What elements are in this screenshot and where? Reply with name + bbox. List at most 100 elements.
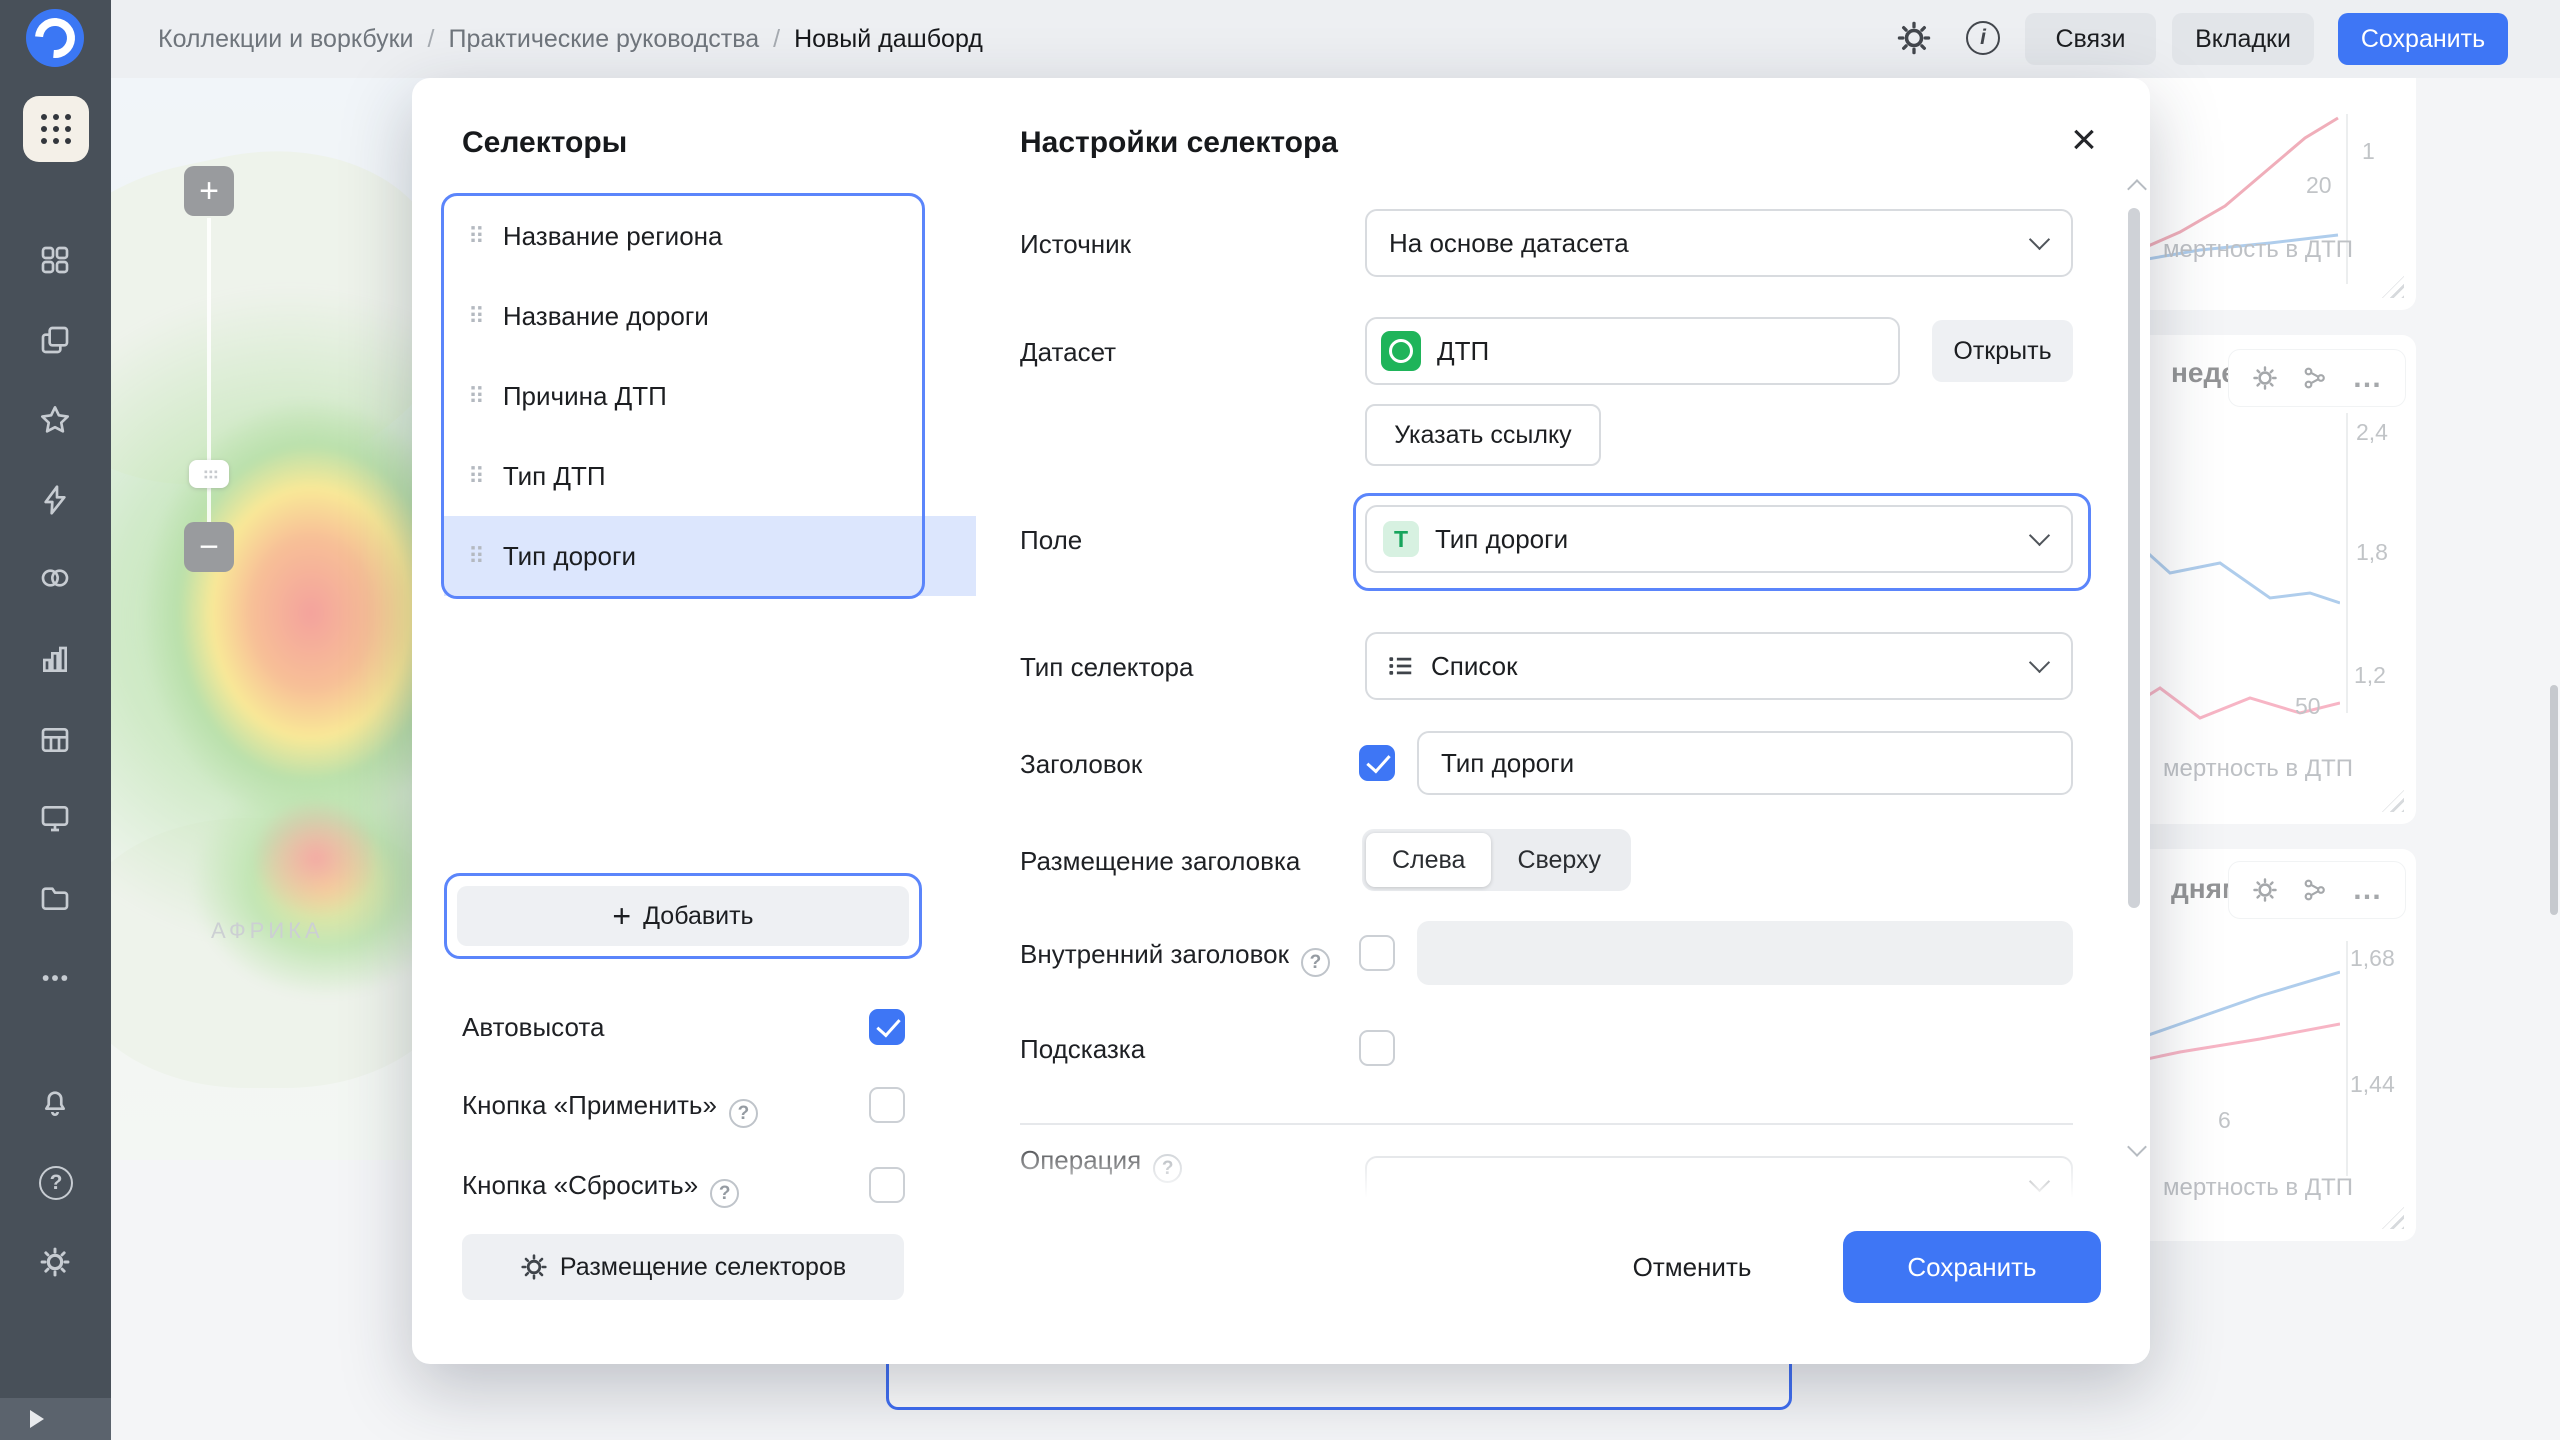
page-scrollbar-thumb[interactable] xyxy=(2550,685,2558,915)
specify-link-button[interactable]: Указать ссылку xyxy=(1365,404,1601,466)
hint-checkbox[interactable] xyxy=(1359,1030,1395,1066)
gear-icon xyxy=(520,1253,548,1281)
selector-list: ⠿ Название региона ⠿ Название дороги ⠿ П… xyxy=(444,196,922,596)
top-bar: Коллекции и воркбуки / Практические руко… xyxy=(0,0,2560,78)
copy-layers-icon[interactable] xyxy=(39,324,71,356)
gear-icon[interactable] xyxy=(1896,20,1932,56)
overlapping-circles-icon[interactable] xyxy=(39,562,71,594)
monitor-icon[interactable] xyxy=(39,802,71,834)
source-select[interactable]: На основе датасета xyxy=(1365,209,2073,277)
question-icon[interactable]: ? xyxy=(729,1099,758,1128)
bell-icon[interactable] xyxy=(39,1086,71,1118)
field-type-icon: T xyxy=(1383,521,1419,557)
save-button[interactable]: Сохранить xyxy=(1843,1231,2101,1303)
title-placement-segmented: Слева Сверху xyxy=(1362,829,1631,891)
breadcrumb-workbook[interactable]: Практические руководства xyxy=(448,25,759,54)
selectors-panel: Селекторы ⠿ Название региона ⠿ Название … xyxy=(412,78,952,1364)
breadcrumb: Коллекции и воркбуки / Практические руко… xyxy=(158,0,983,78)
field-label: Поле xyxy=(1020,524,1082,557)
selector-list-item[interactable]: ⠿ Причина ДТП xyxy=(444,356,922,436)
selector-item-label: Название дороги xyxy=(503,301,709,332)
title-placement-label: Размещение заголовка xyxy=(1020,845,1300,878)
dataset-field[interactable]: ДТП xyxy=(1365,317,1900,385)
question-icon[interactable]: ? xyxy=(710,1179,739,1208)
open-dataset-button[interactable]: Открыть xyxy=(1932,320,2073,382)
dataset-label: Датасет xyxy=(1020,336,1116,369)
lightning-icon[interactable] xyxy=(39,484,71,516)
selector-list-item[interactable]: ⠿ Название дороги xyxy=(444,276,922,356)
autoheight-checkbox[interactable] xyxy=(869,1009,905,1045)
apps-grid-icon xyxy=(41,114,71,144)
selector-type-label: Тип селектора xyxy=(1020,651,1193,684)
modal-scrollbar-thumb[interactable] xyxy=(2128,208,2140,908)
selector-item-label: Тип ДТП xyxy=(503,461,606,492)
header-save-button[interactable]: Сохранить xyxy=(2338,13,2508,65)
title-checkbox[interactable] xyxy=(1359,745,1395,781)
cancel-button[interactable]: Отменить xyxy=(1607,1234,1777,1300)
list-icon xyxy=(1385,651,1415,681)
question-icon[interactable]: ? xyxy=(1301,948,1330,977)
selector-item-label: Название региона xyxy=(503,221,723,252)
info-icon[interactable]: i xyxy=(1966,21,2000,55)
plus-icon: + xyxy=(612,900,631,932)
inner-title-input xyxy=(1417,921,2073,985)
app-logo[interactable] xyxy=(26,9,84,67)
relations-button[interactable]: Связи xyxy=(2025,13,2156,65)
autoheight-label: Автовысота xyxy=(462,1011,604,1044)
inner-title-checkbox[interactable] xyxy=(1359,935,1395,971)
title-input[interactable] xyxy=(1417,731,2073,795)
source-label: Источник xyxy=(1020,228,1131,261)
drag-handle-icon[interactable]: ⠿ xyxy=(468,305,485,328)
sidebar-footer-strip xyxy=(0,1398,111,1440)
drag-handle-icon[interactable]: ⠿ xyxy=(468,385,485,408)
folder-icon[interactable] xyxy=(39,882,71,914)
add-selector-outline: + Добавить xyxy=(444,873,922,959)
add-selector-button[interactable]: + Добавить xyxy=(457,886,909,946)
placement-option-top[interactable]: Сверху xyxy=(1491,833,1627,887)
section-divider xyxy=(1020,1123,2073,1125)
expand-arrow-icon[interactable] xyxy=(30,1410,44,1428)
breadcrumb-separator: / xyxy=(428,25,435,54)
tabs-button[interactable]: Вкладки xyxy=(2172,13,2314,65)
settings-panel-title: Настройки селектора xyxy=(1020,126,1338,160)
bar-chart-icon[interactable] xyxy=(39,644,71,676)
dataset-icon xyxy=(1381,331,1421,371)
source-value: На основе датасета xyxy=(1389,228,1629,259)
breadcrumb-separator: / xyxy=(773,25,780,54)
scroll-up-icon[interactable] xyxy=(2127,179,2147,199)
selector-list-item[interactable]: ⠿ Тип ДТП xyxy=(444,436,922,516)
drag-handle-icon[interactable]: ⠿ xyxy=(468,465,485,488)
settings-panel: Настройки селектора × Источник На основе… xyxy=(952,78,2150,1364)
squares-grid-icon[interactable] xyxy=(39,244,71,276)
dataset-value: ДТП xyxy=(1437,336,1489,367)
apply-button-checkbox[interactable] xyxy=(869,1087,905,1123)
drag-handle-icon[interactable]: ⠿ xyxy=(468,225,485,248)
chevron-down-icon xyxy=(2029,652,2050,673)
logo-swirl-icon xyxy=(27,10,83,66)
star-icon[interactable] xyxy=(39,404,71,436)
table-icon[interactable] xyxy=(39,724,71,756)
placement-option-left[interactable]: Слева xyxy=(1366,833,1491,887)
selector-type-value: Список xyxy=(1431,651,1518,682)
selector-list-item-selected[interactable]: ⠿ Тип дороги xyxy=(444,516,976,596)
selector-settings-modal: Селекторы ⠿ Название региона ⠿ Название … xyxy=(412,78,2150,1364)
sidebar-active-tab[interactable] xyxy=(23,96,89,162)
chevron-down-icon xyxy=(2029,525,2050,546)
reset-button-checkbox[interactable] xyxy=(869,1167,905,1203)
field-value: Тип дороги xyxy=(1435,524,1568,555)
field-select[interactable]: T Тип дороги xyxy=(1365,505,2073,573)
selector-type-select[interactable]: Список xyxy=(1365,632,2073,700)
selectors-placement-button[interactable]: Размещение селекторов xyxy=(462,1234,904,1300)
ellipsis-icon[interactable] xyxy=(39,962,71,994)
selector-list-item[interactable]: ⠿ Название региона xyxy=(444,196,922,276)
close-icon[interactable]: × xyxy=(2058,114,2110,166)
screen: + ⠿ − АФРИКА 1 20 мертность в ДТП недел … xyxy=(0,0,2560,1440)
breadcrumb-current-dashboard: Новый дашборд xyxy=(794,25,983,54)
chevron-down-icon xyxy=(2029,229,2050,250)
drag-handle-icon[interactable]: ⠿ xyxy=(468,545,485,568)
breadcrumb-collections[interactable]: Коллекции и воркбуки xyxy=(158,25,414,54)
selectors-panel-title: Селекторы xyxy=(462,126,627,160)
gear-icon[interactable] xyxy=(39,1246,71,1278)
selector-item-label: Тип дороги xyxy=(503,541,636,572)
question-icon[interactable]: ? xyxy=(39,1166,73,1200)
